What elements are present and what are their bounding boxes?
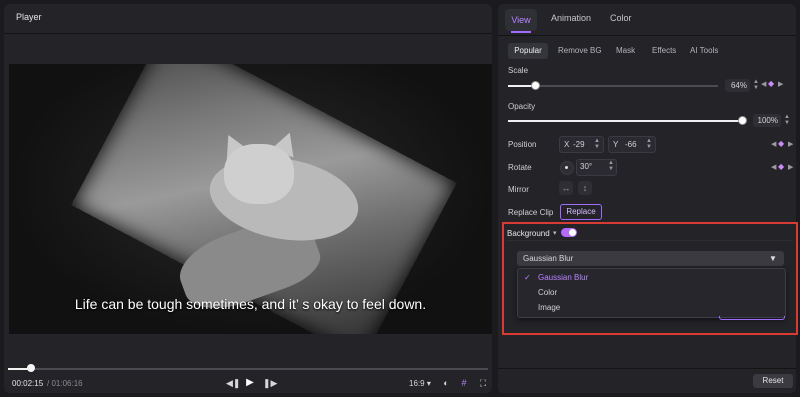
tab-view[interactable]: View (505, 9, 537, 31)
subtab-popular[interactable]: Popular (508, 43, 548, 59)
keyframe-next-icon[interactable]: ▶ (788, 163, 793, 171)
dropdown-option-color[interactable]: Color (538, 288, 557, 297)
keyframe-diamond-icon[interactable]: ◆ (778, 162, 784, 171)
tab-divider (498, 35, 796, 36)
player-title: Player (16, 12, 42, 22)
position-y-stepper-icon[interactable]: ▲ ▼ (646, 138, 652, 150)
fullscreen-icon[interactable]: ⛶ (477, 378, 489, 389)
scale-stepper-icon[interactable]: ▲ ▼ (753, 79, 759, 91)
mirror-label: Mirror (508, 185, 529, 194)
dropdown-option-gaussian-blur[interactable]: Gaussian Blur (538, 273, 588, 282)
position-x-value[interactable]: -29 (573, 140, 591, 149)
active-tab-underline (511, 31, 531, 33)
hidden-apply-button (719, 316, 785, 320)
play-icon[interactable]: ▶ (244, 377, 256, 388)
opacity-slider-handle[interactable] (738, 116, 747, 125)
player-header-divider (4, 33, 492, 34)
keyframe-diamond-icon[interactable]: ◆ (778, 139, 784, 148)
scale-slider-handle[interactable] (531, 81, 540, 90)
opacity-label: Opacity (508, 102, 536, 111)
chevron-down-icon[interactable]: ▼ (769, 254, 777, 263)
flip-vertical-icon[interactable]: ↕ (578, 181, 592, 195)
chevron-down-icon: ▾ (426, 379, 431, 388)
aspect-ratio-value: 16:9 (409, 379, 425, 388)
timeline-playhead[interactable] (27, 364, 35, 372)
dropdown-option-image[interactable]: Image (538, 303, 560, 312)
keyframe-prev-icon[interactable]: ◀ (771, 140, 776, 148)
check-icon: ✓ (524, 273, 531, 282)
rotate-label: Rotate (508, 163, 532, 172)
camera-icon[interactable]: ◐ (440, 378, 452, 388)
subtab-effects[interactable]: Effects (652, 43, 676, 59)
position-x-label: X (564, 140, 570, 149)
total-time: / 01:06:16 (47, 379, 83, 388)
background-divider (507, 240, 793, 241)
grid-icon[interactable]: # (458, 378, 470, 388)
tab-animation[interactable]: Animation (551, 13, 591, 23)
scale-value[interactable]: 64% (725, 79, 750, 92)
keyframe-next-icon[interactable]: ▶ (788, 140, 793, 148)
subtitle-text[interactable]: Life can be tough sometimes, and it’ s o… (9, 296, 492, 312)
subtab-remove-bg[interactable]: Remove BG (558, 43, 602, 59)
panel-footer-divider (498, 368, 796, 369)
next-frame-icon[interactable]: ❚▶ (263, 378, 277, 389)
background-type-value: Gaussian Blur (523, 254, 574, 263)
position-x-stepper-icon[interactable]: ▲ ▼ (594, 138, 600, 150)
scale-label: Scale (508, 66, 529, 75)
opacity-stepper-icon[interactable]: ▲ ▼ (784, 114, 790, 126)
background-label: Background (507, 229, 550, 238)
position-y-value[interactable]: -66 (625, 140, 643, 149)
cat-head-shape (224, 144, 294, 204)
video-preview[interactable]: Life can be tough sometimes, and it’ s o… (9, 64, 492, 334)
rotate-dial-dot (565, 166, 568, 169)
prev-frame-icon[interactable]: ◀❚ (226, 378, 240, 389)
opacity-value[interactable]: 100% (753, 114, 781, 127)
subtab-ai-tools[interactable]: AI Tools (690, 43, 718, 59)
tab-color[interactable]: Color (610, 13, 632, 23)
keyframe-diamond-icon[interactable]: ◆ (768, 79, 774, 88)
position-y-label: Y (613, 140, 619, 149)
rotate-value[interactable]: 30° (580, 162, 592, 171)
timeline-track[interactable] (8, 368, 488, 370)
rotate-stepper-icon[interactable]: ▲ ▼ (608, 160, 614, 172)
reset-button[interactable]: Reset (753, 374, 793, 388)
flip-horizontal-icon[interactable]: ↔ (559, 181, 573, 195)
current-time: 00:02:15 (12, 379, 44, 388)
replace-button[interactable]: Replace (560, 204, 602, 220)
aspect-ratio-select[interactable]: 16:9 ▾ (409, 379, 431, 388)
keyframe-next-icon[interactable]: ▶ (778, 80, 783, 88)
position-label: Position (508, 140, 537, 149)
background-toggle-knob (569, 229, 576, 236)
keyframe-prev-icon[interactable]: ◀ (761, 80, 766, 88)
opacity-slider[interactable] (508, 120, 744, 122)
chevron-down-icon[interactable]: ▾ (553, 229, 557, 237)
replace-clip-label: Replace Clip (508, 208, 554, 217)
subtab-mask[interactable]: Mask (616, 43, 635, 59)
keyframe-prev-icon[interactable]: ◀ (771, 163, 776, 171)
